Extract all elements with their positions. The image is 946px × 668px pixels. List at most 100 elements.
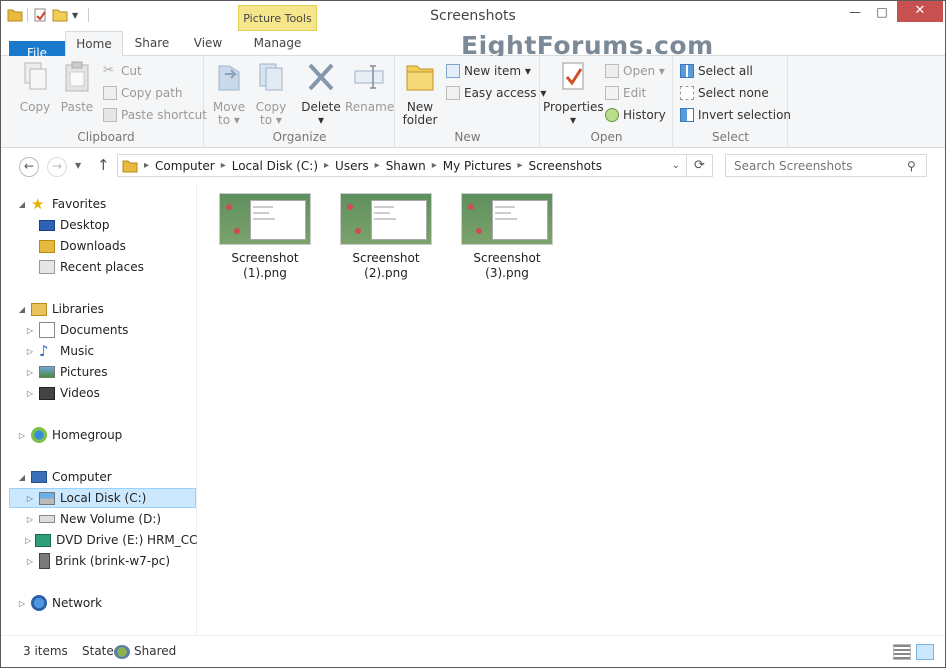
- copy-path-button[interactable]: Copy path: [103, 86, 183, 100]
- nav-downloads[interactable]: Downloads: [25, 236, 126, 256]
- invert-selection-button[interactable]: Invert selection: [680, 108, 791, 122]
- new-item-button[interactable]: New item ▾: [446, 64, 531, 78]
- file-item[interactable]: Screenshot (1).png: [210, 193, 320, 281]
- breadcrumb-screenshots[interactable]: Screenshots: [523, 159, 608, 173]
- copy-to-label-2: to ▾: [260, 113, 282, 127]
- expanded-arrow-icon[interactable]: ◢: [17, 200, 27, 209]
- nav-computer[interactable]: ◢ Computer: [17, 467, 112, 487]
- up-arrow-icon[interactable]: ↑: [97, 156, 110, 174]
- delete-label-2: ▾: [317, 113, 325, 127]
- nav-network-label: Network: [52, 596, 103, 610]
- copy-path-label: Copy path: [121, 86, 183, 100]
- copy-to-button[interactable]: Copy to ▾: [251, 60, 291, 127]
- move-to-label-2: to ▾: [218, 113, 240, 127]
- collapsed-arrow-icon[interactable]: ▷: [25, 368, 35, 377]
- file-item[interactable]: Screenshot (3).png: [452, 193, 562, 281]
- paste-shortcut-button[interactable]: Paste shortcut: [103, 108, 207, 122]
- network-computer-icon: [39, 553, 50, 569]
- image-thumbnail: [219, 193, 311, 245]
- shared-icon: [114, 645, 130, 659]
- collapsed-arrow-icon[interactable]: ▷: [25, 536, 31, 545]
- nav-recent-places[interactable]: Recent places: [25, 257, 144, 277]
- nav-videos[interactable]: ▷ Videos: [25, 383, 100, 403]
- tab-view[interactable]: View: [181, 31, 235, 56]
- forward-button[interactable]: →: [47, 157, 67, 177]
- tab-share[interactable]: Share: [125, 31, 179, 56]
- nav-local-disk-label: Local Disk (C:): [60, 491, 147, 505]
- window-title: Screenshots: [430, 8, 516, 24]
- rename-button[interactable]: Rename: [345, 60, 394, 114]
- breadcrumb-computer[interactable]: Computer: [149, 159, 221, 173]
- properties-button[interactable]: Properties ▾: [543, 60, 604, 127]
- collapsed-arrow-icon[interactable]: ▷: [17, 431, 27, 440]
- nav-music[interactable]: ▷ ♪ Music: [25, 341, 94, 361]
- refresh-button[interactable]: ⟳: [687, 154, 713, 177]
- move-to-button[interactable]: Move to ▾: [209, 60, 249, 127]
- close-button[interactable]: ✕: [897, 1, 943, 22]
- recent-locations-dropdown-icon[interactable]: ▼: [75, 161, 81, 170]
- collapsed-arrow-icon[interactable]: ▷: [25, 326, 35, 335]
- nav-documents[interactable]: ▷ Documents: [25, 320, 128, 340]
- search-icon[interactable]: ⚲: [907, 159, 916, 173]
- minimize-button[interactable]: —: [840, 1, 870, 23]
- nav-brink[interactable]: ▷ Brink (brink-w7-pc): [25, 551, 170, 571]
- nav-dvd-drive-e[interactable]: ▷ DVD Drive (E:) HRM_CCSA: [25, 530, 197, 550]
- nav-libraries[interactable]: ◢ Libraries: [17, 299, 104, 319]
- edit-button[interactable]: Edit: [605, 86, 646, 100]
- film-icon: [39, 386, 55, 400]
- new-group: New folder New item ▾ Easy access ▾ New: [396, 56, 546, 148]
- details-view-icon[interactable]: [893, 644, 911, 660]
- collapsed-arrow-icon[interactable]: ▷: [25, 347, 35, 356]
- delete-button[interactable]: Delete ▾: [297, 60, 345, 127]
- collapsed-arrow-icon[interactable]: ▷: [25, 389, 35, 398]
- nav-favorites[interactable]: ◢ ★ Favorites: [17, 194, 106, 214]
- nav-network[interactable]: ▷ Network: [17, 593, 102, 613]
- file-name-line2: (1).png: [243, 266, 287, 280]
- collapsed-arrow-icon[interactable]: ▷: [25, 494, 35, 503]
- large-icons-view-icon[interactable]: [916, 644, 934, 660]
- nav-local-disk-c[interactable]: ▷ Local Disk (C:): [9, 488, 196, 508]
- expanded-arrow-icon[interactable]: ◢: [17, 473, 27, 482]
- open-button[interactable]: Open ▾: [605, 64, 665, 78]
- maximize-button[interactable]: □: [867, 1, 897, 23]
- breadcrumb-my-pictures[interactable]: My Pictures: [437, 159, 518, 173]
- invert-selection-icon: [680, 108, 694, 122]
- collapsed-arrow-icon[interactable]: ▷: [25, 515, 35, 524]
- file-name-line1: Screenshot: [473, 251, 541, 265]
- nav-pictures[interactable]: ▷ Pictures: [25, 362, 108, 382]
- tab-home[interactable]: Home: [65, 31, 123, 57]
- organize-group: Move to ▾ Copy to ▾ Delete ▾ Rename Orga…: [205, 56, 395, 148]
- nav-downloads-label: Downloads: [60, 239, 126, 253]
- status-bar: 3 items State: Shared: [1, 635, 945, 667]
- history-button[interactable]: History: [605, 108, 666, 122]
- file-list: Screenshot (1).png Screenshot (2).png Sc…: [199, 183, 945, 635]
- copy-button[interactable]: Copy: [15, 60, 55, 114]
- new-folder-button[interactable]: New folder: [400, 60, 440, 127]
- tab-manage[interactable]: Manage: [238, 31, 317, 56]
- back-button[interactable]: ←: [19, 157, 39, 177]
- file-item[interactable]: Screenshot (2).png: [331, 193, 441, 281]
- collapsed-arrow-icon[interactable]: ▷: [25, 557, 35, 566]
- nav-homegroup[interactable]: ▷ Homegroup: [17, 425, 122, 445]
- select-none-button[interactable]: Select none: [680, 86, 769, 100]
- breadcrumb-local-disk[interactable]: Local Disk (C:): [226, 159, 324, 173]
- file-name-line2: (3).png: [485, 266, 529, 280]
- cut-button[interactable]: ✂ Cut: [103, 64, 142, 79]
- search-input[interactable]: [725, 154, 927, 177]
- paste-button[interactable]: Paste: [57, 60, 97, 114]
- breadcrumb-users[interactable]: Users: [329, 159, 375, 173]
- nav-documents-label: Documents: [60, 323, 129, 337]
- collapsed-arrow-icon[interactable]: ▷: [17, 599, 27, 608]
- breadcrumb-shawn[interactable]: Shawn: [380, 159, 432, 173]
- expanded-arrow-icon[interactable]: ◢: [17, 305, 27, 314]
- easy-access-button[interactable]: Easy access ▾: [446, 86, 546, 100]
- history-icon: [605, 108, 619, 122]
- select-group: Select all Select none Invert selection …: [674, 56, 791, 148]
- nav-desktop[interactable]: Desktop: [25, 215, 110, 235]
- select-all-button[interactable]: Select all: [680, 64, 753, 78]
- address-bar[interactable]: ▸ Computer ▸ Local Disk (C:) ▸ Users ▸ S…: [117, 154, 687, 177]
- nav-new-volume-d[interactable]: ▷ New Volume (D:): [25, 509, 161, 529]
- copy-icon: [24, 62, 47, 90]
- address-dropdown-icon[interactable]: ⌄: [672, 160, 680, 171]
- nav-recent-places-label: Recent places: [60, 260, 144, 274]
